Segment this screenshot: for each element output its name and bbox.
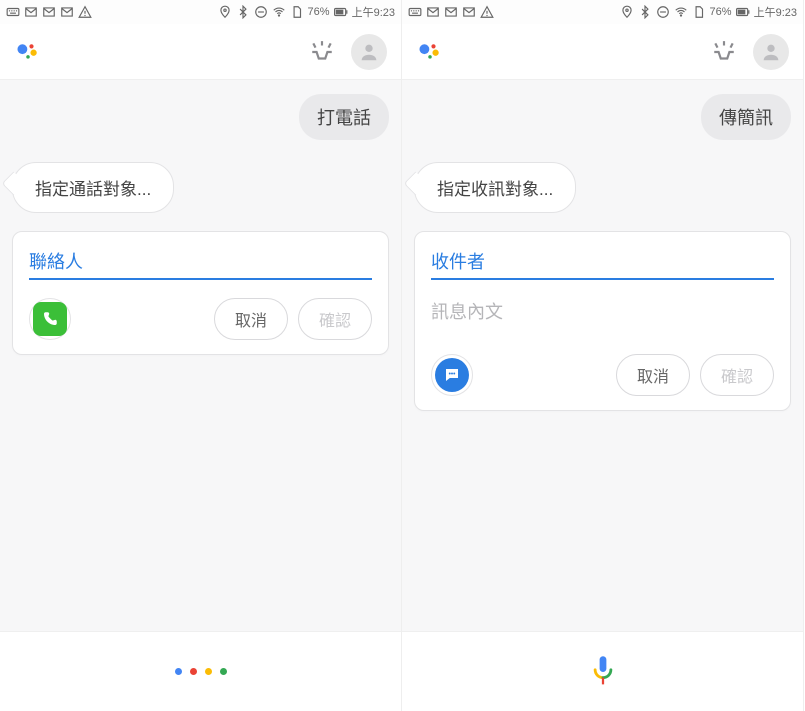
mail-icon [462,5,476,19]
user-bubble: 傳簡訊 [701,94,791,140]
account-avatar[interactable] [351,34,387,70]
message-app-icon[interactable] [431,354,473,396]
mail-icon [42,5,56,19]
warning-icon [480,5,494,19]
battery-icon [736,5,750,19]
mail-icon [444,5,458,19]
sim-icon [692,5,706,19]
battery-icon [334,5,348,19]
mail-icon [60,5,74,19]
message-body-field[interactable]: 訊息內文 [431,298,774,324]
location-icon [218,5,232,19]
keyboard-icon [6,5,20,19]
mail-icon [24,5,38,19]
microphone-icon[interactable] [583,652,623,692]
phone-app-icon[interactable] [29,298,71,340]
assistant-bubble: 指定收訊對象... [414,162,576,213]
footer [402,631,803,711]
explore-icon[interactable] [307,37,337,67]
clock-text: 上午9:23 [754,4,797,20]
clock-text: 上午9:23 [352,4,395,20]
cancel-button[interactable]: 取消 [616,354,690,396]
status-bar: 76% 上午9:23 [0,0,401,24]
bluetooth-icon [236,5,250,19]
status-bar: 76% 上午9:23 [402,0,803,24]
confirm-button: 確認 [700,354,774,396]
dnd-icon [254,5,268,19]
app-header [402,24,803,80]
field-underline [29,278,372,280]
assistant-logo-icon [14,38,42,66]
loading-dots-icon [175,668,227,675]
sms-card: 收件者 訊息內文 取消 確認 [414,231,791,411]
confirm-button: 確認 [298,298,372,340]
bluetooth-icon [638,5,652,19]
assistant-logo-icon [416,38,444,66]
battery-text: 76% [308,6,330,18]
mail-icon [426,5,440,19]
call-card: 聯絡人 取消 確認 [12,231,389,355]
recipient-field[interactable]: 收件者 [431,248,774,278]
explore-icon[interactable] [709,37,739,67]
wifi-icon [674,5,688,19]
contact-field[interactable]: 聯絡人 [29,248,372,278]
sim-icon [290,5,304,19]
cancel-button[interactable]: 取消 [214,298,288,340]
field-underline [431,278,774,280]
wifi-icon [272,5,286,19]
user-bubble: 打電話 [299,94,389,140]
footer [0,631,401,711]
battery-text: 76% [710,6,732,18]
assistant-bubble: 指定通話對象... [12,162,174,213]
warning-icon [78,5,92,19]
phone-left: 76% 上午9:23 打電話 指定通話對象... [0,0,402,711]
chat-area: 傳簡訊 指定收訊對象... 收件者 訊息內文 取消 確認 [402,80,803,631]
app-header [0,24,401,80]
chat-area: 打電話 指定通話對象... 聯絡人 取消 確認 [0,80,401,631]
phone-right: 76% 上午9:23 傳簡訊 指定收訊對象... [402,0,804,711]
dnd-icon [656,5,670,19]
account-avatar[interactable] [753,34,789,70]
location-icon [620,5,634,19]
keyboard-icon [408,5,422,19]
